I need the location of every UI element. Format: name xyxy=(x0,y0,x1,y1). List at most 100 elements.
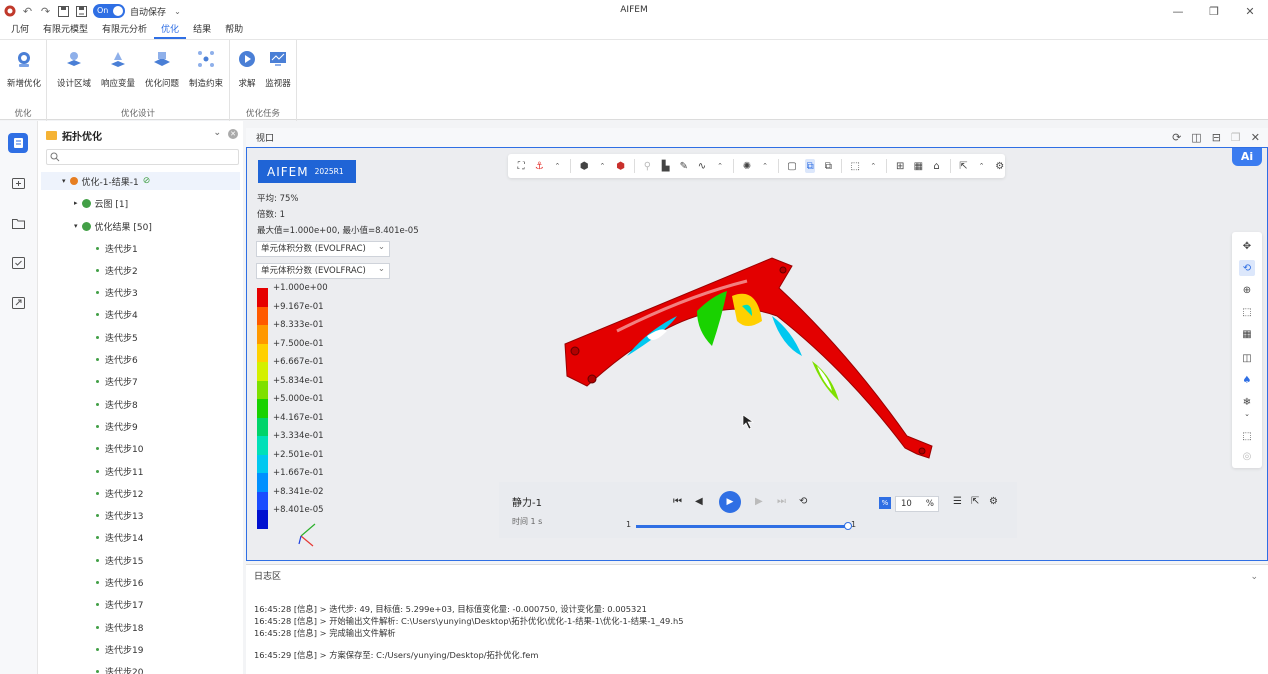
result-component-select[interactable]: 单元体积分数 (EVOLFRAC) xyxy=(256,262,390,279)
manufacturing-constraint-button[interactable]: 制造约束 xyxy=(184,48,228,89)
undo-icon[interactable]: ↶ xyxy=(21,5,34,18)
dropdown-icon[interactable]: ⌃ xyxy=(760,159,770,173)
export-file-icon[interactable] xyxy=(8,293,28,313)
expand-icon[interactable]: ▾ xyxy=(62,177,66,185)
save-icon[interactable] xyxy=(57,5,70,18)
menu-help[interactable]: 帮助 xyxy=(218,22,250,39)
split-horizontal-icon[interactable]: ⊟ xyxy=(1212,131,1221,144)
probe-icon[interactable]: ⚲ xyxy=(642,159,652,173)
select-box-icon[interactable]: ⬚ xyxy=(850,159,860,173)
dropdown-icon[interactable]: ⌃ xyxy=(976,159,986,173)
tree-item-step[interactable]: 迭代步3 xyxy=(96,284,138,302)
dropdown-icon[interactable]: ⌃ xyxy=(552,159,562,173)
colored-cube-icon[interactable]: ⬢ xyxy=(616,159,626,173)
export-icon[interactable]: ⇱ xyxy=(971,496,979,507)
tree-view-icon[interactable]: ♠ xyxy=(1239,372,1255,388)
redo-icon[interactable]: ↷ xyxy=(39,5,52,18)
expand-icon[interactable]: ▾ xyxy=(74,222,78,230)
basket-icon[interactable]: ⌂ xyxy=(931,159,941,173)
zoom-icon[interactable]: ⊕ xyxy=(1239,282,1255,298)
close-panel-icon[interactable]: ✕ xyxy=(228,129,238,139)
speed-input[interactable]: 10 % xyxy=(895,496,939,512)
expand-icon[interactable]: ▸ xyxy=(74,199,78,207)
tree-root-item[interactable]: ▾ 优化-1-结果-1 ⊘ xyxy=(41,172,240,190)
skip-end-icon[interactable]: ⏭ xyxy=(777,496,786,507)
design-region-button[interactable]: 设计区域 xyxy=(52,48,96,89)
palette-icon[interactable]: ◎ xyxy=(1239,448,1255,464)
tree-item-results[interactable]: ▾ 优化结果 [50] xyxy=(74,217,152,235)
tree-item-step[interactable]: 迭代步18 xyxy=(96,618,143,636)
tree-search-input[interactable]: ⇕ xyxy=(46,149,252,165)
tree-item-step[interactable]: 迭代步16 xyxy=(96,574,143,592)
anchor-icon[interactable]: ⚓ xyxy=(534,159,544,173)
tree-item-step[interactable]: 迭代步5 xyxy=(96,328,138,346)
close-icon[interactable]: ✕ xyxy=(1232,0,1268,22)
restore-icon[interactable]: ❐ xyxy=(1196,0,1232,22)
mesh-icon[interactable]: ▦ xyxy=(1239,326,1255,342)
chart-icon[interactable]: ▙ xyxy=(661,159,671,173)
tree-item-step[interactable]: 迭代步14 xyxy=(96,529,143,547)
qr-icon[interactable]: ▦ xyxy=(913,159,923,173)
split-vertical-icon[interactable]: ◫ xyxy=(1191,131,1201,144)
square-icon[interactable]: ▢ xyxy=(787,159,797,173)
tree-item-step[interactable]: 迭代步6 xyxy=(96,351,138,369)
topology-optimized-part[interactable] xyxy=(547,236,947,476)
section-icon[interactable]: ◫ xyxy=(1239,350,1255,366)
curve-icon[interactable]: ∿ xyxy=(697,159,707,173)
tree-item-step[interactable]: 迭代步13 xyxy=(96,507,143,525)
step-back-icon[interactable]: ◀ xyxy=(695,496,703,507)
tree-item-step[interactable]: 迭代步17 xyxy=(96,596,143,614)
pan-icon[interactable]: ✥ xyxy=(1239,238,1255,254)
tree-item-step[interactable]: 迭代步9 xyxy=(96,417,138,435)
tree-item-step[interactable]: 迭代步1 xyxy=(96,239,138,257)
step-forward-icon[interactable]: ▶ xyxy=(755,496,763,507)
minimize-icon[interactable]: — xyxy=(1160,0,1196,22)
player-settings-icon[interactable]: ⚙ xyxy=(989,496,998,507)
add-folder-icon[interactable] xyxy=(8,173,28,193)
menu-results[interactable]: 结果 xyxy=(186,22,218,39)
play-button[interactable]: ▶ xyxy=(719,491,741,513)
rotate-icon[interactable]: ⟲ xyxy=(1239,260,1255,276)
save-as-icon[interactable] xyxy=(75,5,88,18)
tree-item-step[interactable]: 迭代步11 xyxy=(96,462,143,480)
tree-item-step[interactable]: 迭代步15 xyxy=(96,551,143,569)
response-variable-button[interactable]: 响应变量 xyxy=(96,48,140,89)
close-viewport-icon[interactable]: ✕ xyxy=(1251,131,1260,144)
tree-item-step[interactable]: 迭代步19 xyxy=(96,640,143,658)
tree-item-step[interactable]: 迭代步10 xyxy=(96,440,143,458)
menu-fe-model[interactable]: 有限元模型 xyxy=(36,22,95,39)
tree-item-step[interactable]: 迭代步2 xyxy=(96,261,138,279)
frame-icon[interactable]: ⬚ xyxy=(1239,428,1255,444)
time-slider[interactable] xyxy=(636,522,852,530)
viewport-3d[interactable]: AIFEM 2025R1 平均: 75% 倍数: 1 最大值=1.000e+00… xyxy=(246,147,1268,561)
particle-icon[interactable]: ✺ xyxy=(742,159,752,173)
customize-dropdown-icon[interactable]: ⌄ xyxy=(171,5,184,18)
menu-geometry[interactable]: 几何 xyxy=(4,22,36,39)
ai-assistant-button[interactable]: Ai xyxy=(1232,148,1262,166)
overlay-icon[interactable]: ⧉ xyxy=(805,159,816,173)
optimization-problem-button[interactable]: 优化问题 xyxy=(140,48,184,89)
tree-item-step[interactable]: 迭代步8 xyxy=(96,395,138,413)
document-icon[interactable] xyxy=(8,133,28,153)
tree-item-step[interactable]: 迭代步7 xyxy=(96,373,138,391)
list-icon[interactable]: ☰ xyxy=(953,496,962,507)
tree-item-cloud[interactable]: ▸ 云图 [1] xyxy=(74,194,128,212)
pen-icon[interactable]: ✎ xyxy=(679,159,689,173)
loop-icon[interactable]: ⟲ xyxy=(799,496,807,507)
collapse-log-icon[interactable]: ⌄ xyxy=(1250,565,1258,589)
menu-fe-analysis[interactable]: 有限元分析 xyxy=(95,22,154,39)
fit-view-icon[interactable]: ⛶ xyxy=(516,159,526,173)
result-type-select[interactable]: 单元体积分数 (EVOLFRAC) xyxy=(256,240,390,257)
export-image-icon[interactable]: ⇱ xyxy=(958,159,968,173)
monitor-button[interactable]: 监视器 xyxy=(256,48,300,89)
check-file-icon[interactable] xyxy=(8,253,28,273)
refresh-icon[interactable]: ⟳ xyxy=(1172,131,1181,144)
dropdown-icon[interactable]: ⌄ xyxy=(1239,406,1255,422)
menu-optimization[interactable]: 优化 xyxy=(154,22,187,39)
tree-item-step[interactable]: 迭代步20 xyxy=(96,663,143,674)
collapse-panel-icon[interactable]: ⌄ xyxy=(213,128,221,138)
maximize-icon[interactable]: ❐ xyxy=(1231,131,1241,144)
tree-item-step[interactable]: 迭代步4 xyxy=(96,306,138,324)
grid-icon[interactable]: ⊞ xyxy=(895,159,905,173)
dropdown-icon[interactable]: ⌃ xyxy=(715,159,725,173)
